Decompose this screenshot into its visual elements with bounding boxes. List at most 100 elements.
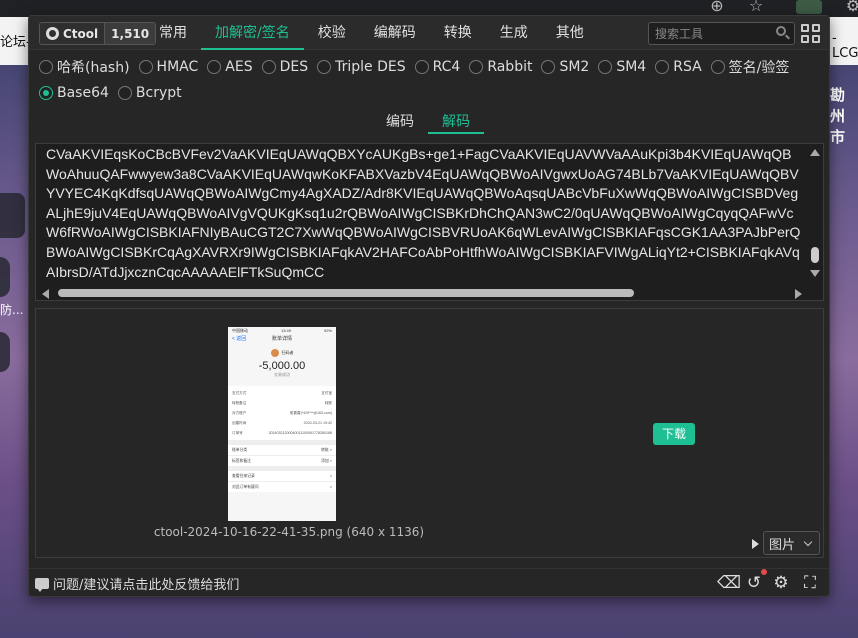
scroll-left-arrow-icon[interactable] [42, 289, 49, 299]
radio-icon[interactable] [39, 60, 53, 74]
horizontal-scrollbar[interactable] [36, 286, 823, 300]
algo-label: RC4 [432, 59, 461, 75]
algo-label: 哈希(hash) [57, 60, 130, 76]
nav-check[interactable]: 校验 [304, 16, 360, 50]
algo-sm2[interactable]: SM2 [541, 58, 589, 76]
preview-merchant-name: 扫码者 [281, 350, 294, 355]
algo-label: SM4 [616, 59, 647, 75]
radio-icon[interactable] [317, 60, 332, 74]
scroll-up-arrow-icon[interactable] [810, 149, 820, 156]
zoom-icon[interactable]: ⊕ [706, 0, 728, 15]
background-page-text: 勘州市 [830, 86, 846, 146]
algo-bcrypt[interactable]: Bcrypt [117, 84, 182, 102]
radio-icon[interactable] [414, 60, 429, 74]
app-grid-icon[interactable] [801, 24, 820, 43]
brand-name[interactable]: Ctool [40, 23, 105, 44]
background-tab-text: - LCG [832, 31, 858, 61]
scrollbar-thumb[interactable] [58, 289, 634, 297]
background-side-text: 防... [0, 303, 24, 317]
algo-label: RSA [673, 59, 702, 75]
algo-sm4[interactable]: SM4 [598, 58, 646, 76]
radio-checked-icon[interactable] [39, 86, 53, 100]
ctool-extension-icon[interactable] [796, 0, 822, 14]
mode-tabs: 编码 解码 [372, 112, 484, 134]
preview-merchant: 扫码者 [228, 349, 336, 357]
header: Ctool 1,510 常用 加解密/签名 校验 编解码 转换 生成 其他 [29, 16, 829, 50]
brand-label: Ctool [63, 26, 99, 41]
radio-icon[interactable] [469, 60, 484, 74]
star-icon[interactable]: ☆ [745, 0, 767, 15]
background-tab-text: 论坛- [0, 35, 31, 50]
preview-time: 13:49 [280, 328, 291, 333]
scrollbar-thumb[interactable] [811, 247, 819, 263]
nav-encode[interactable]: 编解码 [360, 16, 430, 50]
nav-convert[interactable]: 转换 [430, 16, 486, 50]
radio-icon[interactable] [710, 60, 725, 74]
background-panel [0, 193, 25, 238]
avatar [270, 349, 279, 357]
tab-decode[interactable]: 解码 [428, 112, 484, 134]
radio-icon[interactable] [207, 60, 222, 74]
input-line: ALjhE9juV4EqUAWqQBWoAIVgVQUKgKsq1u2rQBWo… [46, 204, 794, 221]
preview-link-row: 查看往来记录 > [228, 470, 336, 481]
preview-titlebar: < 返回 账单详情 [228, 335, 336, 345]
github-badge[interactable]: Ctool 1,510 [39, 22, 157, 45]
nav-generate[interactable]: 生成 [486, 16, 542, 50]
algo-label: AES [225, 59, 253, 75]
nav-other[interactable]: 其他 [542, 16, 598, 50]
preview-row: 订单号 20240321200040011100061778280186 [232, 430, 332, 436]
preview-detail-rows: 支付方式 支付宝 转账备注 转账 对方账户 常喜喜(*429***@163.com) … [228, 386, 336, 440]
algo-rabbit[interactable]: Rabbit [469, 58, 532, 76]
search-input[interactable] [648, 22, 795, 45]
input-line: YVYEC4KqKdfsqUAWqQBWoAIWgCmy4AgXADZ/Adr8… [46, 185, 799, 202]
nav-crypto[interactable]: 加解密/签名 [201, 16, 304, 50]
input-text[interactable]: CVaAKVIEqsKoCBcBVFev2VaAKVIEqUAWqQBXYcAU… [46, 145, 801, 282]
algo-rc4[interactable]: RC4 [414, 58, 461, 76]
algo-hmac[interactable]: HMAC [138, 58, 198, 76]
nav-common[interactable]: 常用 [145, 16, 201, 50]
fullscreen-icon[interactable]: ⛶ [800, 573, 820, 593]
algo-hash[interactable]: 哈希(hash) [39, 58, 130, 76]
decoded-image-preview[interactable]: 中国移动 13:49 92% < 返回 账单详情 扫码者 -5,000.00 交… [228, 327, 336, 521]
algo-label: Bcrypt [135, 85, 182, 101]
background-bubble [0, 332, 10, 372]
algorithm-radio-group: 哈希(hash) HMAC AES DES Triple DES RC4 Rab… [39, 58, 829, 102]
github-icon [46, 27, 59, 40]
radio-icon[interactable] [117, 86, 132, 100]
algo-aes[interactable]: AES [207, 58, 253, 76]
chevron-down-icon [803, 537, 813, 547]
algo-triple-des[interactable]: Triple DES [317, 58, 406, 76]
algo-rsa[interactable]: RSA [655, 58, 702, 76]
category-nav: 常用 加解密/签名 校验 编解码 转换 生成 其他 [145, 16, 598, 50]
tab-encode[interactable]: 编码 [372, 112, 428, 134]
eraser-icon[interactable]: ⌫ [717, 573, 741, 593]
vertical-scrollbar[interactable] [807, 144, 823, 286]
download-button[interactable]: 下载 [653, 423, 695, 445]
algo-sign[interactable]: 签名/验签 [710, 58, 789, 76]
scroll-down-arrow-icon[interactable] [810, 270, 820, 277]
feedback-label: 问题/建议请点击此处反馈给我们 [53, 578, 240, 593]
search-icon[interactable] [776, 26, 786, 36]
settings-icon[interactable]: ⚙ [842, 0, 858, 15]
feedback-link[interactable]: 问题/建议请点击此处反馈给我们 [35, 574, 239, 593]
history-icon[interactable]: ↺ [744, 573, 764, 593]
algo-label: Rabbit [487, 59, 533, 75]
radio-icon[interactable] [261, 60, 276, 74]
expand-arrow-icon[interactable] [752, 539, 759, 549]
radio-icon[interactable] [655, 60, 670, 74]
gear-icon[interactable]: ⚙ [771, 573, 791, 593]
radio-icon[interactable] [541, 60, 556, 74]
base64-input[interactable]: CVaAKVIEqsKoCBcBVFev2VaAKVIEqUAWqQBXYcAU… [35, 143, 824, 301]
algo-base64[interactable]: Base64 [39, 84, 109, 102]
scroll-right-arrow-icon[interactable] [795, 289, 802, 299]
algo-des[interactable]: DES [261, 58, 308, 76]
radio-icon[interactable] [138, 60, 153, 74]
preview-amount: -5,000.00 [258, 360, 306, 372]
preview-battery: 92% [323, 328, 332, 333]
chat-icon [35, 578, 49, 592]
output-type-select[interactable]: 图片 [763, 531, 820, 555]
radio-icon[interactable] [598, 60, 613, 74]
preview-back: < 返回 [232, 336, 247, 342]
input-line: CVaAKVIEqsKoCBcBVFev2VaAKVIEqUAWqQBXYcAU… [46, 146, 792, 162]
algo-label: Base64 [57, 85, 109, 101]
